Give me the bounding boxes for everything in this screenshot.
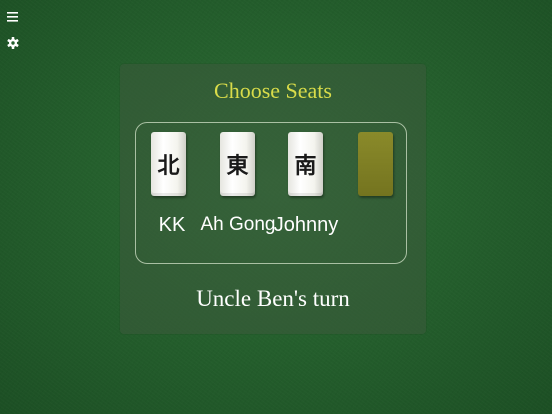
seat-tile-east[interactable]: 東 bbox=[220, 132, 255, 196]
seat-name-johnny: Johnny bbox=[273, 214, 339, 236]
south-wind-glyph: 南 bbox=[294, 153, 317, 179]
hamburger-menu-icon bbox=[7, 12, 18, 22]
settings-button[interactable] bbox=[6, 36, 20, 50]
seat-tile-south[interactable]: 南 bbox=[288, 132, 323, 196]
dialog-title: Choose Seats bbox=[214, 78, 332, 103]
seat-tile-north[interactable]: 北 bbox=[151, 132, 186, 196]
gear-icon bbox=[7, 37, 19, 49]
north-wind-glyph: 北 bbox=[157, 153, 180, 179]
choose-seats-dialog: Choose Seats 北 東 南 KK Ah Gong Johnny Unc… bbox=[120, 64, 426, 334]
east-wind-glyph: 東 bbox=[226, 153, 249, 179]
menu-button[interactable] bbox=[6, 10, 20, 24]
seat-tile-face-down[interactable] bbox=[358, 132, 393, 196]
seat-name-kk: KK bbox=[158, 214, 186, 236]
turn-indicator: Uncle Ben's turn bbox=[196, 286, 350, 311]
seat-name-ah-gong: Ah Gong bbox=[200, 214, 276, 235]
